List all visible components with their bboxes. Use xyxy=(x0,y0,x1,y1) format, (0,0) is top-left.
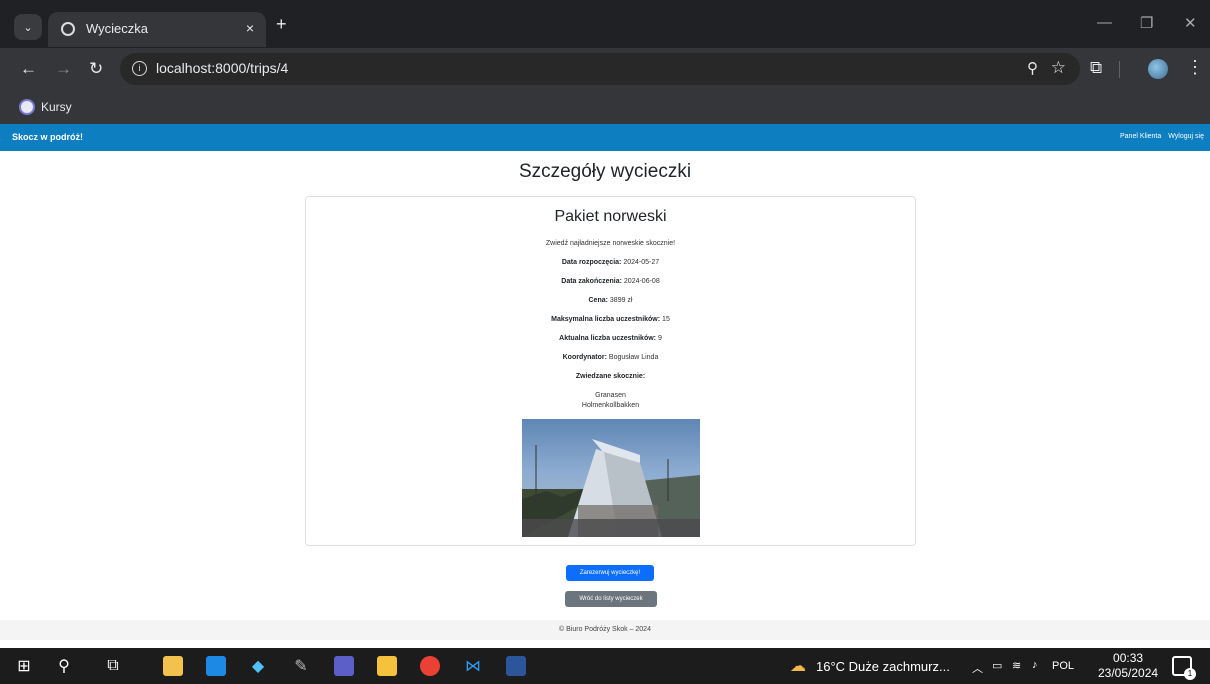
price-label: Cena: xyxy=(588,297,608,304)
notification-icon[interactable]: 1 xyxy=(1172,656,1196,680)
trip-card: Pakiet norweski Zwiedź najładniejsze nor… xyxy=(305,196,916,546)
max-participants-row: Maksymalna liczba uczestników: 15 xyxy=(306,316,915,323)
word-icon[interactable] xyxy=(506,656,526,676)
address-toolbar: ← → ↻ i localhost:8000/trips/4 ⚲ ☆ ⧉ ⋮ xyxy=(0,48,1210,90)
bookmarks-bar: Kursy xyxy=(0,90,1210,124)
coordinator-row: Koordynator: Bogusław Linda xyxy=(306,354,915,361)
nav-link-wyloguj[interactable]: Wyloguj się xyxy=(1168,133,1204,140)
browser-chrome: ⌄ Wycieczka × + — ❐ ✕ ← → ↻ i localhost:… xyxy=(0,0,1210,124)
web-page: Skocz w podróż! Panel Klienta Wyloguj si… xyxy=(0,124,1210,648)
clock[interactable]: 00:33 23/05/2024 xyxy=(1098,651,1158,681)
vscode-icon[interactable]: ⋈ xyxy=(463,656,483,676)
weather-cloud-icon[interactable]: ☁ xyxy=(790,656,806,676)
trip-name: Pakiet norweski xyxy=(554,208,667,225)
restore-icon[interactable]: ❐ xyxy=(1140,14,1153,32)
clock-time: 00:33 xyxy=(1113,651,1144,665)
start-date-label: Data rozpoczęcia: xyxy=(561,259,622,266)
globe-icon xyxy=(61,22,75,36)
reload-icon[interactable]: ↻ xyxy=(89,59,103,79)
chrome-icon[interactable] xyxy=(420,656,440,676)
zoom-icon[interactable]: ⚲ xyxy=(1027,59,1038,77)
volume-icon[interactable]: ♪ xyxy=(1032,659,1038,671)
site-info-icon[interactable]: i xyxy=(132,61,147,76)
forward-arrow-icon[interactable]: → xyxy=(55,59,72,79)
price-value: 3899 zł xyxy=(609,297,633,304)
address-bar[interactable]: i localhost:8000/trips/4 ⚲ ☆ xyxy=(120,53,1080,85)
browser-tab[interactable]: Wycieczka × xyxy=(48,12,266,47)
bookmark-kursy[interactable]: Kursy xyxy=(19,99,72,115)
copilot-icon[interactable]: ◆ xyxy=(248,656,268,676)
url-text[interactable]: localhost:8000/trips/4 xyxy=(156,60,288,76)
coordinator-value: Bogusław Linda xyxy=(608,354,659,361)
teams-icon[interactable] xyxy=(334,656,354,676)
toolbar-divider xyxy=(1119,61,1120,78)
bookmark-star-icon[interactable]: ☆ xyxy=(1051,58,1066,78)
extensions-icon[interactable]: ⧉ xyxy=(1090,58,1102,78)
nav-links: Panel Klienta Wyloguj się xyxy=(1120,133,1204,140)
task-view-icon[interactable]: ⧉ xyxy=(103,656,123,676)
back-to-list-button[interactable]: Wróć do listy wycieczek xyxy=(565,591,657,607)
end-date-row: Data zakończenia: 2024-06-08 xyxy=(306,278,915,285)
new-tab-button[interactable]: + xyxy=(276,14,287,35)
current-participants-label: Aktualna liczba uczestników: xyxy=(559,335,656,342)
coordinator-label: Koordynator: xyxy=(562,354,607,361)
store-icon[interactable] xyxy=(163,656,183,676)
paint-icon[interactable]: ✎ xyxy=(291,656,311,676)
page-footer: © Biuro Podróży Skok – 2024 xyxy=(0,620,1210,640)
language-indicator[interactable]: POL xyxy=(1052,660,1074,672)
start-date-value: 2024-05-27 xyxy=(623,259,660,266)
battery-icon[interactable]: ▭ xyxy=(992,659,1002,672)
ski-jump-photo xyxy=(522,419,700,537)
start-date-row: Data rozpoczęcia: 2024-05-27 xyxy=(306,259,915,266)
end-date-value: 2024-06-08 xyxy=(623,278,660,285)
tray-chevron-icon[interactable]: ︿ xyxy=(972,660,983,676)
trip-description: Zwiedź najładniejsze norweskie skocznie! xyxy=(545,240,676,247)
browser-menu-icon[interactable]: ⋮ xyxy=(1186,57,1204,78)
clock-date: 23/05/2024 xyxy=(1098,666,1159,680)
window-close-icon[interactable]: ✕ xyxy=(1184,14,1197,32)
max-participants-label: Maksymalna liczba uczestników: xyxy=(551,316,661,323)
minimize-icon[interactable]: — xyxy=(1097,14,1112,31)
bookmark-label: Kursy xyxy=(41,100,72,114)
price-row: Cena: 3899 zł xyxy=(306,297,915,304)
file-explorer-icon[interactable] xyxy=(377,656,397,676)
site-brand[interactable]: Skocz w podróż! xyxy=(12,132,83,142)
nav-link-panel-klienta[interactable]: Panel Klienta xyxy=(1120,133,1161,140)
windows-start-icon[interactable]: ⊞ xyxy=(14,656,34,676)
mail-icon[interactable] xyxy=(206,656,226,676)
bookmark-favicon-icon xyxy=(19,99,35,115)
end-date-label: Data zakończenia: xyxy=(561,278,622,285)
current-participants-row: Aktualna liczba uczestników: 9 xyxy=(306,335,915,342)
hill-item: Granasen xyxy=(595,392,626,399)
notification-count: 1 xyxy=(1184,668,1196,680)
hills-heading: Zwiedzane skocznie: xyxy=(575,373,646,380)
tab-strip: ⌄ Wycieczka × + — ❐ ✕ xyxy=(0,0,1210,47)
windows-taskbar: ⊞ ⚲ ⧉ ◆ ✎ ⋈ ☁ 16°C Duże zachmurz... ︿ ▭ … xyxy=(0,648,1210,684)
current-participants-value: 9 xyxy=(657,335,662,342)
site-navbar: Skocz w podróż! Panel Klienta Wyloguj si… xyxy=(0,124,1210,151)
weather-text[interactable]: 16°C Duże zachmurz... xyxy=(816,659,950,674)
search-icon[interactable]: ⚲ xyxy=(54,656,74,676)
profile-avatar[interactable] xyxy=(1148,59,1168,79)
page-title: Szczegóły wycieczki xyxy=(518,161,692,182)
tab-search-chevron-icon[interactable]: ⌄ xyxy=(14,14,42,40)
ski-jump-illustration xyxy=(522,439,700,537)
book-trip-button[interactable]: Zarezerwuj wycieczkę! xyxy=(566,565,654,581)
hill-item: Holmenkollbakken xyxy=(581,402,640,409)
back-arrow-icon[interactable]: ← xyxy=(20,59,37,79)
tab-close-icon[interactable]: × xyxy=(246,20,254,36)
tab-title: Wycieczka xyxy=(86,21,149,36)
wifi-icon[interactable]: ≋ xyxy=(1012,659,1021,672)
max-participants-value: 15 xyxy=(662,316,670,323)
